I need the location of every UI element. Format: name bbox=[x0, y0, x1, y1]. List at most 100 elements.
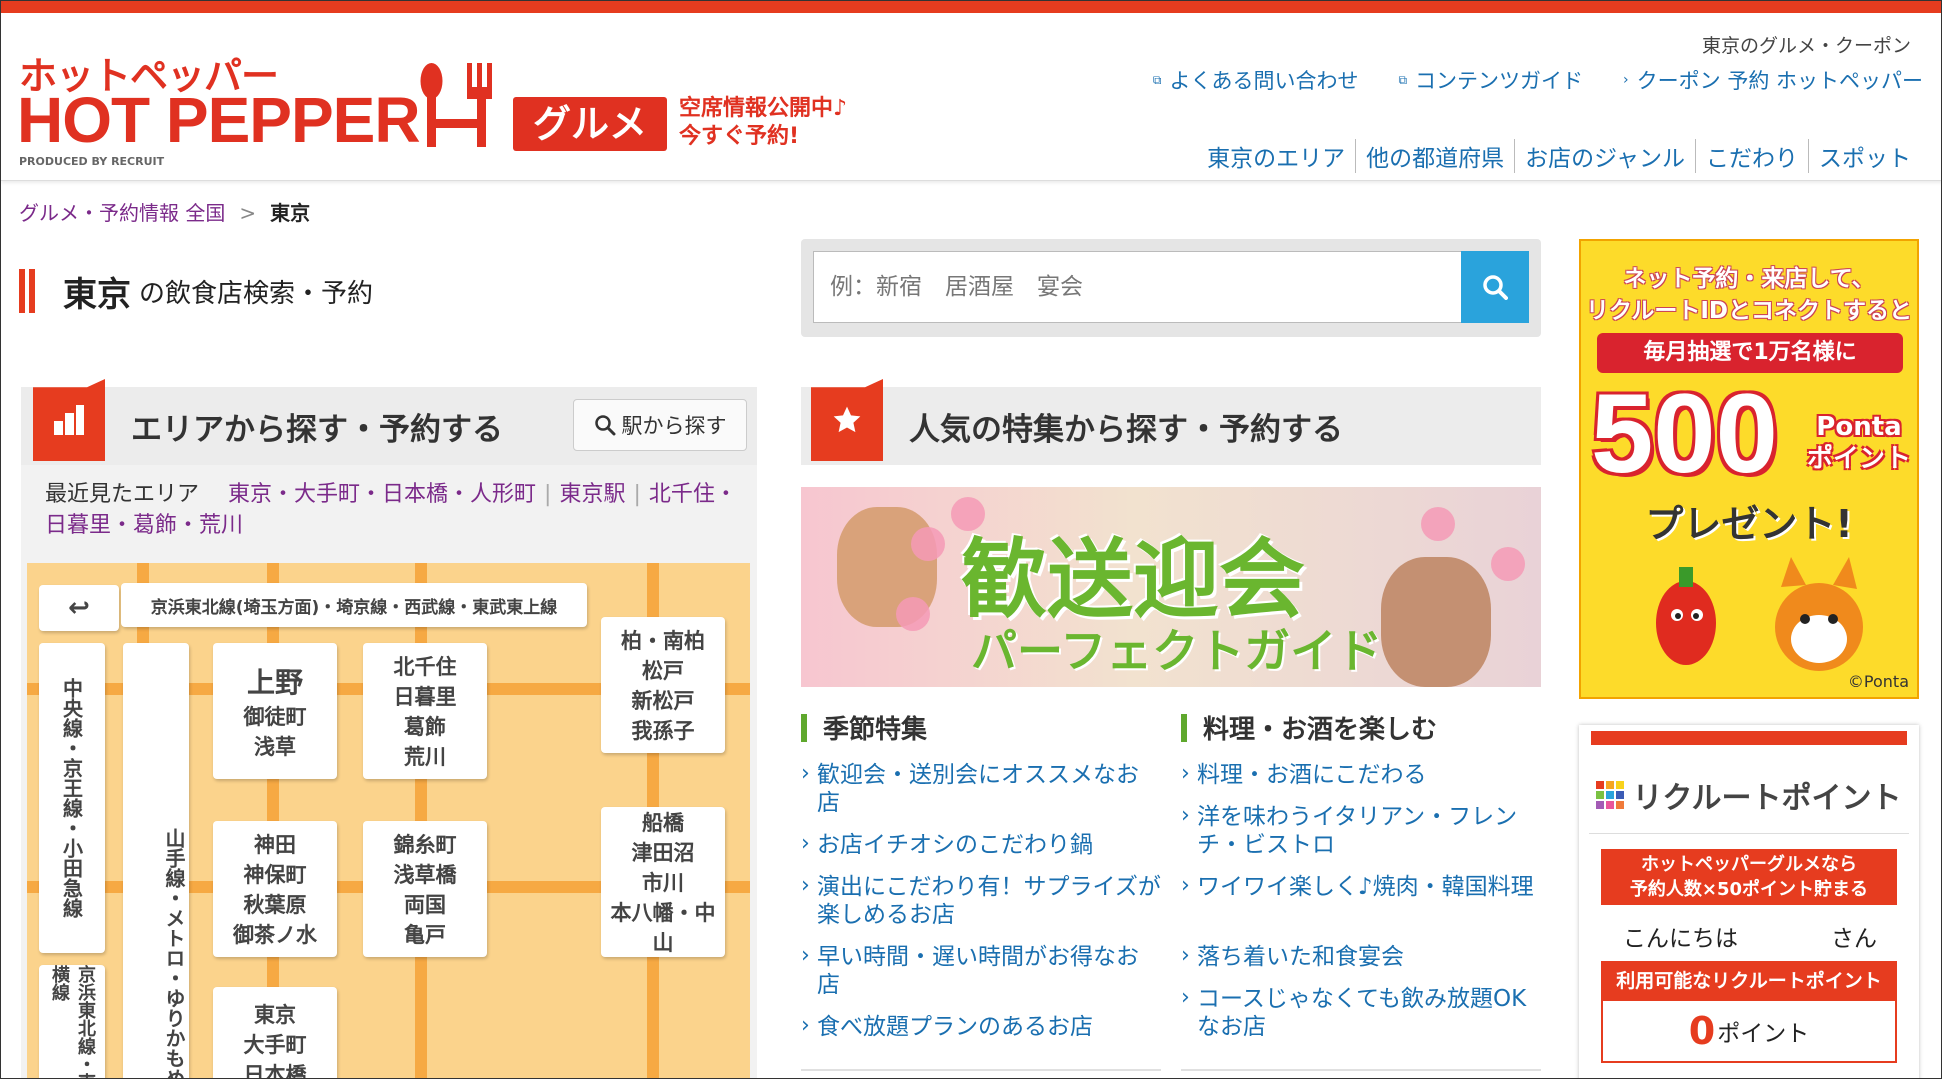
blossom-decoration bbox=[1421, 507, 1455, 541]
logo-gourmet: グルメ bbox=[513, 97, 667, 151]
breadcrumb-home[interactable]: グルメ・予約情報 全国 bbox=[19, 201, 225, 225]
tile-line: 荒川 bbox=[404, 745, 446, 769]
tile-line: 我孫子 bbox=[631, 719, 695, 743]
food-drink-link[interactable]: ワイワイ楽しく♪焼肉・韓国料理 bbox=[1181, 872, 1541, 901]
tile-line: 葛飾 bbox=[404, 715, 446, 739]
blossom-decoration bbox=[1491, 547, 1525, 581]
feature-section-title: 人気の特集から探す・予約する bbox=[909, 411, 1343, 448]
feature-banner[interactable]: 歓送迎会 パーフェクトガイド bbox=[801, 487, 1541, 687]
seasonal-link[interactable]: お店イチオシのこだわり鍋 bbox=[801, 830, 1161, 859]
map-tile-ueno[interactable]: 上野 御徒町 浅草 bbox=[213, 643, 337, 779]
divider bbox=[801, 1069, 1161, 1071]
search-input[interactable] bbox=[813, 251, 1463, 323]
food-drink-link[interactable]: 洋を味わうイタリアン・フレンチ・ビストロ bbox=[1181, 802, 1541, 859]
nav-tokyo-area[interactable]: 東京のエリア bbox=[1197, 139, 1355, 173]
station-search-button[interactable]: 駅から探す bbox=[573, 399, 747, 451]
food-drink-link[interactable]: 落ち着いた和食宴会 bbox=[1181, 942, 1541, 971]
header-links: ⧉ よくある問い合わせ ⧉ コンテンツガイド › クーポン 予約 ホットペッパー bbox=[1153, 65, 1923, 95]
page: ホットペッパー HOT PEPPER PRODUCED BY RECRUIT グ… bbox=[0, 0, 1942, 1079]
ad-line-2: リクルートIDとコネクトすると bbox=[1586, 298, 1912, 324]
seasonal-link[interactable]: 早い時間・遅い時間がお得なお店 bbox=[801, 942, 1161, 999]
seasonal-heading: 季節特集 bbox=[801, 709, 927, 746]
ad-copyright: ©Ponta bbox=[1847, 672, 1909, 691]
nav-other-prefectures[interactable]: 他の都道府県 bbox=[1355, 139, 1514, 173]
map-tile-kanda[interactable]: 神田 神保町 秋葉原 御茶ノ水 bbox=[213, 821, 337, 957]
tile-line: 日暮里 bbox=[393, 685, 457, 709]
window-icon: ⧉ bbox=[1398, 72, 1408, 87]
logo-tagline-2: 今すぐ予約! bbox=[679, 124, 800, 149]
search-icon bbox=[1483, 275, 1508, 300]
ad-present: プレゼント! bbox=[1645, 502, 1853, 546]
nav-spot[interactable]: スポット bbox=[1808, 139, 1921, 173]
content-guide-link[interactable]: ⧉ コンテンツガイド bbox=[1398, 65, 1583, 95]
map-tile-kitasenju[interactable]: 北千住 日暮里 葛飾 荒川 bbox=[363, 643, 487, 779]
available-points-label: 利用可能なリクルートポイント bbox=[1601, 961, 1897, 1001]
seasonal-link[interactable]: 食べ放題プランのあるお店 bbox=[801, 1012, 1161, 1041]
map-tile-kashiwa[interactable]: 柏・南柏 松戸 新松戸 我孫子 bbox=[601, 617, 725, 753]
greeting-san: さん bbox=[1831, 926, 1877, 952]
map-back-button[interactable]: ↩ bbox=[39, 585, 119, 631]
header-util-text: 東京のグルメ・クーポン bbox=[1701, 35, 1911, 57]
main-nav: 東京のエリア 他の都道府県 お店のジャンル こだわり スポット bbox=[1197, 139, 1921, 173]
banner-subtitle: パーフェクトガイド bbox=[971, 624, 1383, 678]
map-tile-funabashi[interactable]: 船橋 津田沼 市川 本八幡・中山 bbox=[601, 807, 725, 957]
tile-line: 柏・南柏 bbox=[621, 629, 705, 653]
food-drink-heading: 料理・お酒を楽しむ bbox=[1181, 709, 1437, 746]
seasonal-link[interactable]: 演出にこだわり有！サプライズが楽しめるお店 bbox=[801, 872, 1161, 929]
divider bbox=[1181, 1069, 1541, 1071]
recent-area-link[interactable]: 東京駅 bbox=[559, 482, 625, 507]
map-tile-tokyo[interactable]: 東京 大手町 日本橋 bbox=[213, 987, 337, 1079]
seasonal-link[interactable]: 歓迎会・送別会にオススメなお店 bbox=[801, 760, 1161, 817]
tile-line: 津田沼 bbox=[631, 841, 695, 865]
search-button[interactable] bbox=[1461, 251, 1529, 323]
divider: | bbox=[633, 482, 641, 507]
feature-badge bbox=[811, 379, 883, 461]
tile-line: 上野 bbox=[246, 666, 303, 699]
food-drink-link[interactable]: コースじゃなくても飲み放題OKなお店 bbox=[1181, 984, 1541, 1041]
faq-link[interactable]: ⧉ よくある問い合わせ bbox=[1153, 65, 1359, 95]
page-title: 東京 の飲食店検索・予約 bbox=[19, 269, 373, 315]
ad-line-1: ネット予約・来店して、 bbox=[1623, 266, 1875, 292]
tile-line: 本八幡・中山 bbox=[610, 901, 716, 955]
recent-label: 最近見たエリア bbox=[45, 482, 200, 507]
recent-area-link[interactable]: 東京・大手町・日本橋・人形町 bbox=[228, 482, 536, 507]
points-value: 0 bbox=[1688, 1009, 1716, 1053]
tile-line: 市川 bbox=[642, 871, 684, 895]
tile-line: 北千住 bbox=[393, 655, 457, 679]
map-tile-kinshicho[interactable]: 錦糸町 浅草橋 両国 亀戸 bbox=[363, 821, 487, 957]
map-line-bottom-left[interactable]: 京浜東北線・東横線 bbox=[39, 965, 105, 1078]
tile-line: 神保町 bbox=[243, 863, 307, 887]
tile-line: 日本橋 bbox=[243, 1063, 307, 1079]
content-guide-label: コンテンツガイド bbox=[1415, 69, 1584, 93]
tile-line: 錦糸町 bbox=[393, 833, 457, 857]
recruit-point-icon bbox=[1596, 781, 1625, 809]
tile-line: 新松戸 bbox=[631, 689, 695, 713]
map-line-yamanote[interactable]: 山手線・メトロ・ゆりかもめ bbox=[123, 643, 189, 1078]
ad-ponta: Ponta ポイント bbox=[1807, 411, 1911, 475]
recruit-point-promo[interactable]: ホットペッパーグルメなら 予約人数×50ポイント貯まる bbox=[1601, 849, 1897, 905]
ponta-ad-banner[interactable]: ネット予約・来店して、 リクルートIDとコネクトすると 毎月抽選で1万名様に 5… bbox=[1579, 239, 1919, 699]
recruit-point-logo: リクルートポイント bbox=[1579, 773, 1919, 817]
area-section-title: エリアから探す・予約する bbox=[131, 411, 503, 448]
map-line-top[interactable]: 京浜東北線(埼玉方面)・埼京線・西武線・東武東上線 bbox=[121, 583, 587, 627]
station-search-label: 駅から探す bbox=[621, 415, 727, 438]
nav-genre[interactable]: お店のジャンル bbox=[1514, 139, 1695, 173]
map-line-left[interactable]: 中央線・京王線・小田急線 bbox=[39, 643, 105, 953]
coupon-link[interactable]: › クーポン 予約 ホットペッパー bbox=[1623, 65, 1923, 95]
ad-amount: 500 bbox=[1591, 371, 1778, 496]
breadcrumb-current: 東京 bbox=[270, 201, 311, 225]
logo-main: HOT PEPPER bbox=[17, 84, 421, 156]
mascot-ponta-icon bbox=[1775, 557, 1863, 671]
faq-link-label: よくある問い合わせ bbox=[1169, 69, 1359, 93]
area-map: ↩ 京浜東北線(埼玉方面)・埼京線・西武線・東武東上線 中央線・京王線・小田急線… bbox=[27, 563, 750, 1079]
window-icon: ⧉ bbox=[1152, 72, 1162, 87]
nav-kodawari[interactable]: こだわり bbox=[1695, 139, 1808, 173]
tile-line: 大手町 bbox=[243, 1033, 307, 1057]
site-header: ホットペッパー HOT PEPPER PRODUCED BY RECRUIT グ… bbox=[1, 13, 1941, 181]
title-accent bbox=[19, 269, 29, 313]
tile-line: 両国 bbox=[404, 893, 446, 917]
tile-line: 御茶ノ水 bbox=[233, 923, 317, 947]
promo-line-2: 予約人数×50ポイント貯まる bbox=[1629, 879, 1869, 900]
blossom-decoration bbox=[896, 597, 930, 631]
food-drink-link[interactable]: 料理・お酒にこだわる bbox=[1181, 760, 1541, 789]
